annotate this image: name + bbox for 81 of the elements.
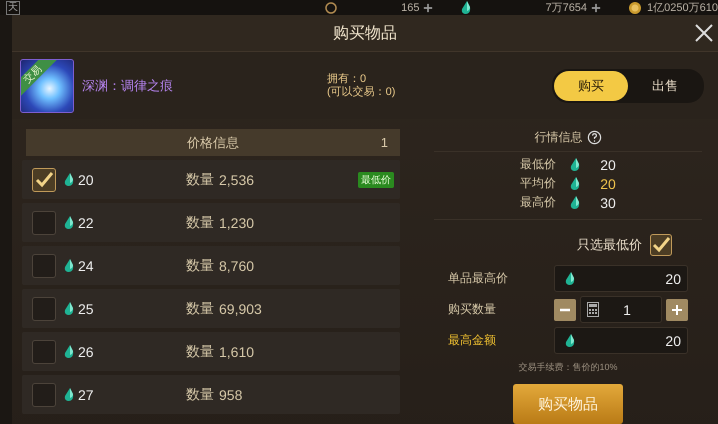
price-row[interactable]: 22 数量 1,230	[22, 203, 400, 242]
plus-icon[interactable]	[423, 2, 434, 12]
badge: 天	[6, 0, 20, 14]
quantity-label: 数量	[186, 342, 214, 360]
gem-icon	[570, 158, 580, 172]
page-number: 1	[380, 135, 388, 150]
help-icon[interactable]	[586, 130, 602, 145]
quantity-label: 数量	[186, 170, 214, 188]
plus-icon[interactable]	[591, 2, 602, 12]
quantity: 69,903	[219, 300, 263, 316]
checkbox[interactable]	[32, 296, 56, 320]
gem-icon	[570, 176, 580, 190]
quantity: 1,610	[219, 344, 256, 360]
quantity-label: 数量	[186, 214, 214, 232]
quantity: 1,230	[219, 214, 256, 230]
market-title: 行情信息	[534, 129, 582, 146]
plus-icon	[671, 304, 683, 316]
gem-icon	[64, 172, 74, 186]
stat-label: 最低价	[520, 156, 556, 173]
checkbox[interactable]	[32, 382, 56, 406]
price: 25	[78, 300, 95, 316]
field-label: 单品最高价	[448, 270, 509, 287]
gem-icon	[570, 196, 580, 210]
owned-count: 拥有：0	[327, 72, 368, 86]
gem-icon	[64, 302, 74, 316]
currency-amount: 7万7654	[545, 1, 588, 15]
price-field[interactable]: 20	[554, 327, 688, 354]
quantity: 958	[219, 386, 244, 402]
price: 20	[78, 172, 95, 188]
tradable-count: (可以交易：0)	[327, 86, 396, 99]
lowest-price-tag: 最低价	[358, 172, 394, 188]
checkbox[interactable]	[32, 168, 56, 192]
stat-value: 20	[600, 176, 616, 192]
checkbox[interactable]	[32, 254, 56, 278]
mode-tab[interactable]: 购买	[554, 70, 628, 101]
quantity-label: 数量	[186, 256, 214, 274]
stat-label: 最高价	[520, 194, 556, 211]
item-name: 深渊：调律之痕	[82, 76, 174, 95]
coin-icon	[629, 2, 642, 14]
stat-label: 平均价	[520, 175, 556, 192]
price: 24	[78, 258, 95, 274]
mode-tab[interactable]: 出售	[628, 70, 702, 101]
plus-button[interactable]	[666, 298, 688, 320]
currency-amount: 1亿0250万610	[647, 1, 718, 15]
field-label: 购买数量	[448, 301, 497, 318]
gem-icon	[64, 258, 74, 272]
gem-icon	[64, 344, 74, 358]
quantity-field[interactable]: 1	[580, 296, 662, 323]
price: 26	[78, 344, 95, 360]
quantity: 2,536	[219, 172, 256, 188]
list-title: 价格信息	[187, 134, 239, 152]
stat-value: 30	[600, 194, 616, 210]
price-row[interactable]: 27 数量 958	[22, 375, 400, 414]
gem-icon	[565, 334, 575, 348]
currency-amount: 165	[401, 2, 420, 14]
price-row[interactable]: 24 数量 8,760	[22, 246, 400, 285]
gem-icon	[461, 0, 472, 14]
gem-icon	[64, 388, 74, 402]
price-row[interactable]: 25 数量 69,903	[22, 289, 400, 328]
calculator-icon[interactable]	[587, 302, 599, 317]
quantity-label: 数量	[186, 300, 214, 318]
close-icon[interactable]	[694, 23, 714, 43]
price: 22	[78, 214, 95, 230]
price-field[interactable]: 20	[554, 265, 688, 292]
price: 27	[78, 386, 95, 402]
gem-icon	[565, 272, 575, 286]
checkbox[interactable]	[32, 340, 56, 364]
minus-button[interactable]	[554, 298, 576, 320]
stat-value: 20	[600, 156, 616, 172]
price-row[interactable]: 20 数量 2,536 最低价	[22, 160, 400, 199]
fee-note: 交易手续费：售价的10%	[518, 361, 618, 374]
dialog-title: 购买物品	[333, 24, 397, 44]
gem-icon	[64, 216, 74, 230]
lowest-only-label: 只选最低价	[577, 236, 642, 254]
coin-c-icon	[325, 2, 338, 14]
quantity-label: 数量	[186, 386, 214, 404]
checkbox[interactable]	[32, 210, 56, 234]
quantity: 8,760	[219, 258, 256, 274]
field-label: 最高金额	[448, 332, 497, 349]
checkbox[interactable]	[650, 234, 672, 256]
price-row[interactable]: 26 数量 1,610	[22, 332, 400, 371]
